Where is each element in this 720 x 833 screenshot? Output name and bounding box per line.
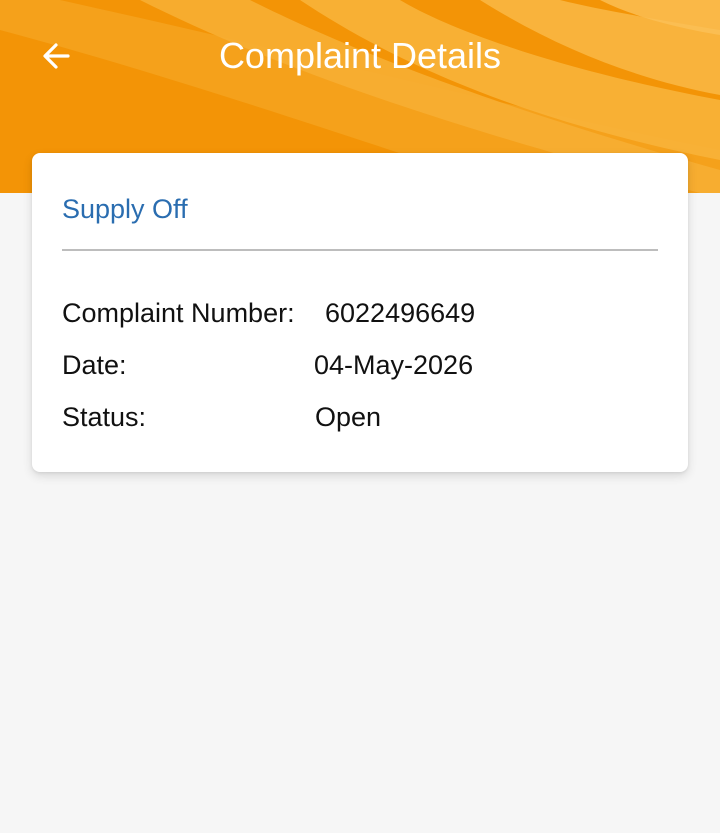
status-label: Status: — [62, 402, 147, 432]
date-label: Date: — [62, 350, 127, 380]
card-divider — [62, 249, 658, 251]
complaint-number-value: 6022496649 — [325, 298, 476, 328]
complaint-number-row: Complaint Number: 6022496649 — [62, 295, 658, 331]
date-row: Date: 04-May-2026 — [62, 347, 658, 383]
complaint-details-screen: Complaint Details Supply Off Complaint N… — [0, 0, 720, 833]
complaint-number-label: Complaint Number: — [62, 298, 295, 328]
complaint-card: Supply Off Complaint Number: 6022496649 … — [32, 153, 688, 472]
complaint-type-title: Supply Off — [62, 194, 188, 224]
status-row: Status: Open — [62, 399, 658, 435]
status-value: Open — [315, 402, 382, 432]
page-title: Complaint Details — [218, 35, 502, 76]
date-value: 04-May-2026 — [314, 350, 474, 380]
